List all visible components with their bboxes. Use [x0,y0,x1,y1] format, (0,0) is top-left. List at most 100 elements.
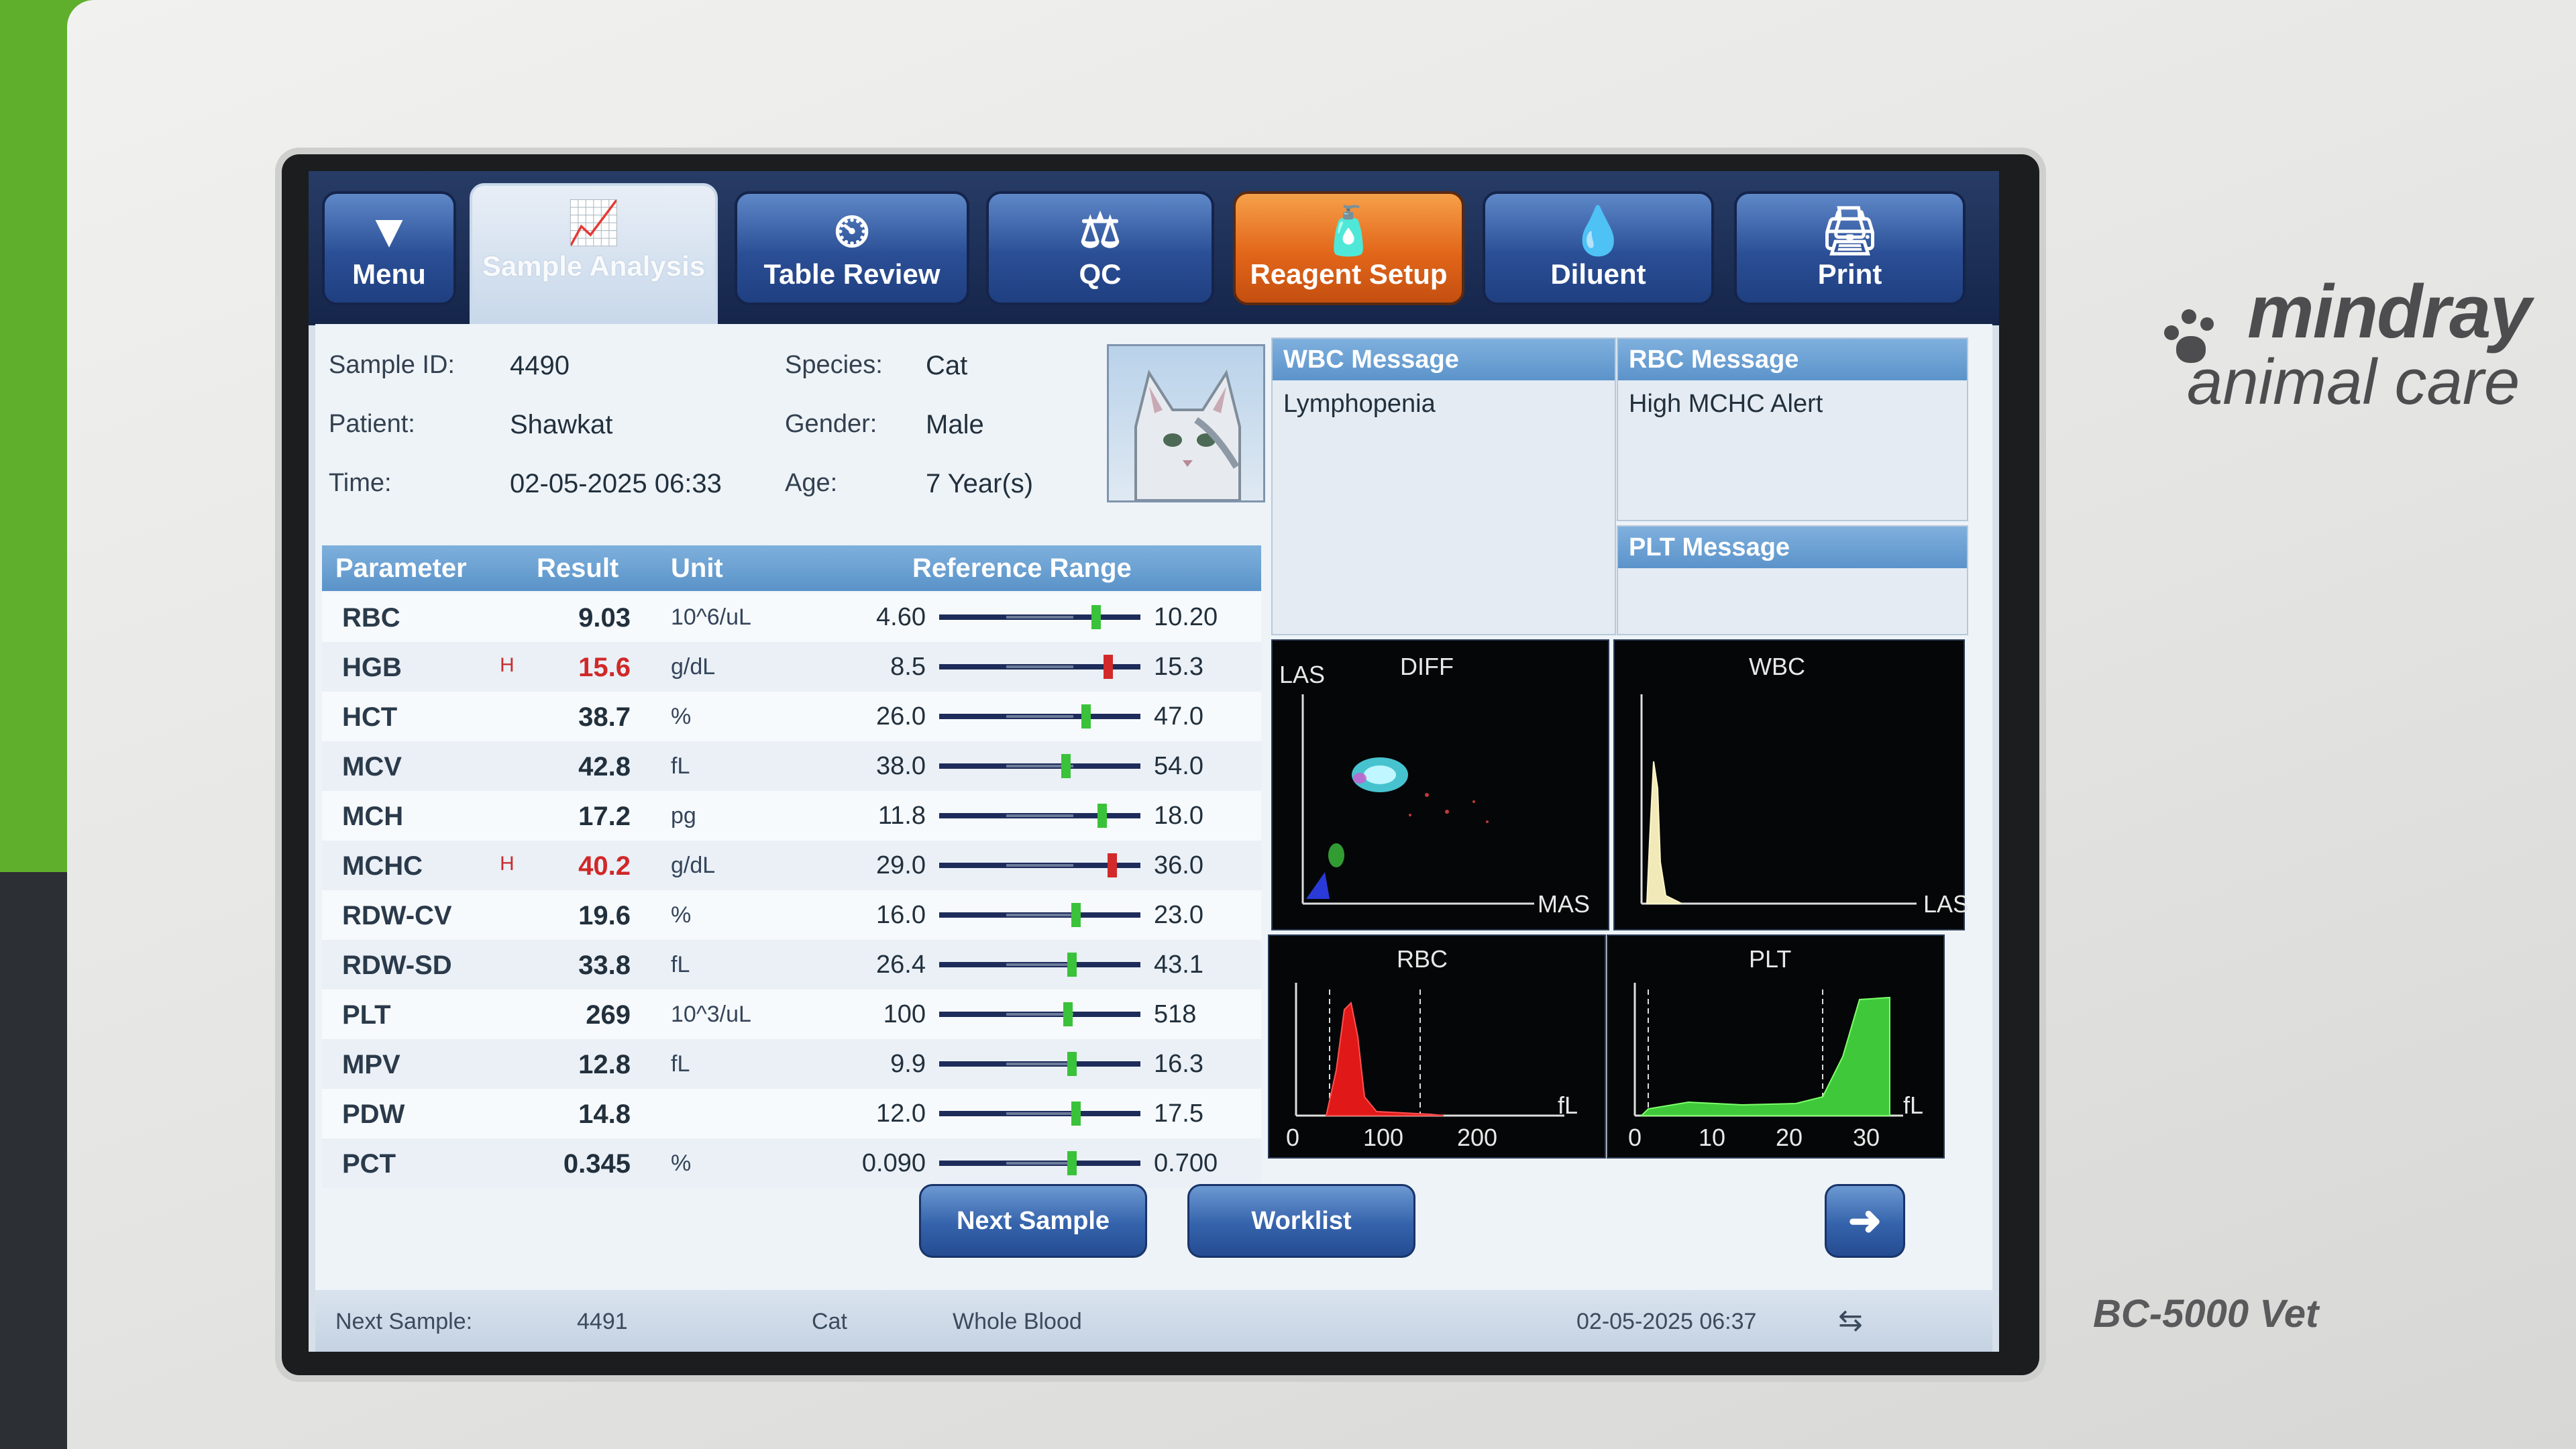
result-marker [1108,853,1117,877]
parameter-name: PLT [342,1000,391,1030]
result-value: 269 [586,1000,631,1030]
reference-low: 8.5 [890,653,926,681]
parameter-name: RBC [342,603,400,633]
high-flag: H [500,654,515,676]
age-value: 7 Year(s) [926,469,1034,498]
status-mode: Whole Blood [953,1309,1082,1334]
reference-low: 29.0 [876,851,926,879]
sample-id-value: 4490 [510,351,570,380]
connection-icon: ⇆ [1838,1304,1863,1337]
result-marker [1071,1102,1081,1126]
unit-value: g/dL [671,853,716,878]
reference-low: 16.0 [876,901,926,929]
unit-value: fL [671,1051,690,1077]
result-marker [1071,903,1081,927]
tab-qc-label: QC [1079,258,1122,290]
result-marker [1061,754,1071,778]
reference-range-bar [939,1052,1140,1076]
patient-label: Patient: [329,410,415,438]
results-table-header: Parameter Result Unit Reference Range [322,545,1261,591]
reference-high: 17.5 [1154,1099,1203,1128]
result-value: 17.2 [578,802,631,831]
species-label: Species: [785,351,883,379]
worklist-button[interactable]: Worklist [1187,1184,1415,1258]
table-row[interactable]: MPV 12.8 fL 9.9 16.3 [322,1039,1261,1089]
table-row[interactable]: PDW 14.8 12.0 17.5 [322,1089,1261,1138]
print-button[interactable]: 🖨 Print [1734,191,1966,305]
reference-normal-segment [1006,1063,1073,1065]
reference-low: 26.0 [876,702,926,731]
high-flag: H [500,853,515,875]
next-page-arrow-icon[interactable]: ➜ [1825,1184,1905,1258]
header-unit: Unit [671,553,723,583]
table-row[interactable]: HCT 38.7% 26.0 47.0 [322,692,1261,741]
table-row[interactable]: MCV 42.8 fL 38.0 54.0 [322,741,1261,791]
print-label: Print [1817,258,1882,290]
reference-range-bar [939,1151,1140,1175]
reagent-setup-button[interactable]: 🧴 Reagent Setup [1233,191,1464,305]
reference-low: 26.4 [876,951,926,979]
scale-icon: ⚖ [1079,205,1122,257]
reference-high: 0.700 [1154,1149,1218,1177]
rbc-message-panel: RBC Message High MCHC Alert [1617,337,1968,521]
next-sample-button[interactable]: Next Sample [919,1184,1147,1258]
reference-high: 54.0 [1154,752,1203,780]
diluent-button[interactable]: 💧 Diluent [1483,191,1714,305]
menu-button[interactable]: ▼ Menu [322,191,456,305]
reference-low: 11.8 [877,802,926,830]
parameter-name: HCT [342,702,398,732]
plt-tick-0: 0 [1628,1124,1642,1151]
rbc-tick-200: 200 [1457,1124,1498,1151]
table-row[interactable]: PLT 269 10^3/uL 100 518 [322,989,1261,1039]
reference-range-bar [939,903,1140,927]
reagent-setup-label: Reagent Setup [1250,258,1448,290]
reference-range-bar [939,655,1140,679]
reference-range-bar [939,1002,1140,1026]
wbc-message-title: WBC Message [1273,339,1615,380]
table-row[interactable]: HGB H 15.6 g/dL 8.5 15.3 [322,642,1261,692]
tab-table-review[interactable]: ⏲ Table Review [735,191,969,305]
reference-normal-segment [1006,616,1073,619]
result-value: 42.8 [578,752,631,782]
unit-value: 10^6/uL [671,604,751,630]
reference-range-bar [939,853,1140,877]
tab-sample-analysis[interactable]: 📈 Sample Analysis [470,183,718,325]
cat-avatar-icon [1107,344,1265,502]
reference-normal-segment [1006,715,1073,718]
reference-normal-segment [1006,665,1073,668]
table-row[interactable]: RDW-CV 19.6% 16.0 23.0 [322,890,1261,940]
reference-high: 23.0 [1154,901,1203,929]
result-value: 12.8 [578,1050,631,1079]
result-value: 40.2 [578,851,631,881]
rbc-message-title: RBC Message [1618,339,1967,380]
plt-tick-20: 20 [1776,1124,1803,1151]
result-value: 33.8 [578,951,631,980]
reference-low: 0.090 [861,1149,926,1177]
parameter-name: RDW-SD [342,951,452,980]
reference-high: 47.0 [1154,702,1203,731]
unit-value: % [671,1150,692,1176]
species-value: Cat [926,351,968,380]
table-row[interactable]: RDW-SD 33.8 fL 26.4 43.1 [322,940,1261,989]
table-row[interactable]: MCH 17.2 pg 11.8 18.0 [322,791,1261,841]
unit-value: % [671,902,692,928]
reference-normal-segment [1006,864,1073,867]
table-row[interactable]: MCHC H 40.2 g/dL 29.0 36.0 [322,841,1261,890]
plt-message-panel: PLT Message [1617,525,1968,635]
header-parameter: Parameter [335,553,467,583]
result-marker [1097,804,1107,828]
reference-high: 18.0 [1154,802,1203,830]
droplet-plus-icon: 💧 [1568,205,1628,257]
plt-histogram: PLT fL 0 10 20 30 [1607,934,1945,1159]
reference-range-bar [939,953,1140,977]
tab-qc[interactable]: ⚖ QC [986,191,1214,305]
table-row[interactable]: PCT 0.345% 0.090 0.700 [322,1138,1261,1188]
unit-value: pg [671,803,696,828]
status-datetime: 02-05-2025 06:37 [1576,1309,1757,1334]
clock-icon: ⏲ [833,205,871,257]
reference-range-bar [939,754,1140,778]
sample-analysis-panel: Sample ID: 4490 Patient: Shawkat Time: 0… [315,324,1992,1352]
status-next-sample-id: 4491 [577,1309,628,1334]
unit-value: fL [671,753,690,779]
table-row[interactable]: RBC 9.03 10^6/uL 4.60 10.20 [322,592,1261,642]
